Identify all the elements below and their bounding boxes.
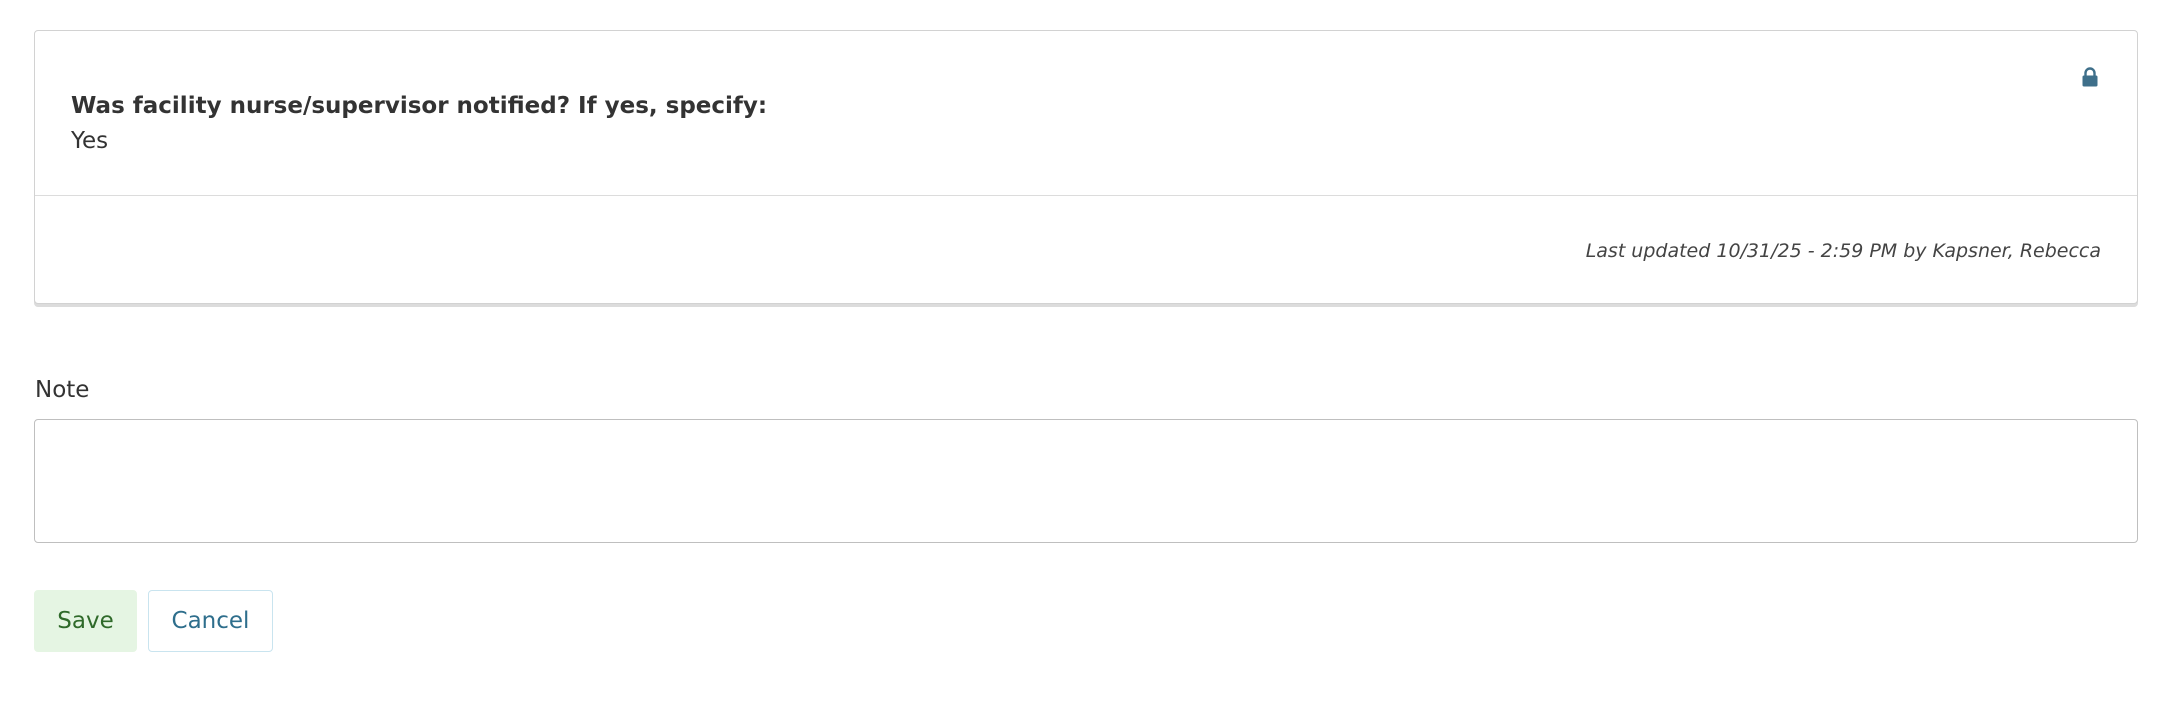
note-textarea[interactable] [34, 419, 2138, 543]
note-label: Note [35, 377, 90, 403]
question-label: Was facility nurse/supervisor notified? … [71, 93, 768, 119]
answer-card-body: Was facility nurse/supervisor notified? … [35, 31, 2137, 196]
lock-icon [2082, 67, 2098, 87]
answer-card: Was facility nurse/supervisor notified? … [34, 30, 2138, 304]
last-updated-text: Last updated 10/31/25 - 2:59 PM by Kapsn… [1585, 240, 2101, 262]
answer-value: Yes [71, 128, 109, 154]
cancel-button[interactable]: Cancel [148, 590, 273, 652]
save-button[interactable]: Save [34, 590, 137, 652]
